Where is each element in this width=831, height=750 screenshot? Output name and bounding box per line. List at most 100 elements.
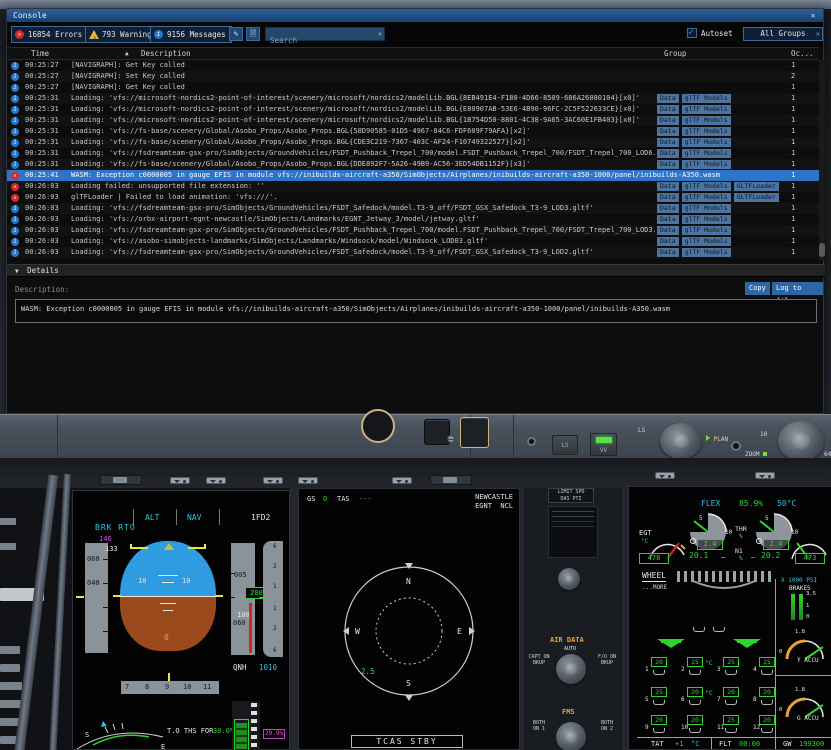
table-row[interactable]: 00:25:31 Loading: 'vfs://fs-base/scenery…	[7, 126, 819, 137]
ls-button[interactable]: LS	[552, 435, 578, 455]
log-level-icon	[11, 194, 19, 202]
air-data-knob[interactable]	[556, 654, 586, 684]
flex-label: FLEX	[701, 499, 720, 508]
group-badge: Data	[657, 248, 679, 257]
table-row[interactable]: 00:25:27 [NAVIGRAPH]: Get Key called 1	[7, 60, 819, 71]
console-title: Console	[13, 11, 47, 20]
search-clear-icon[interactable]: ✕	[378, 30, 382, 38]
toggle-switch[interactable]	[298, 477, 318, 484]
wheel-temp-value: 20	[651, 715, 667, 725]
toggle-switch[interactable]	[263, 477, 283, 484]
toggle-switch[interactable]	[206, 477, 226, 484]
groups-dropdown[interactable]: All Groups ✕	[743, 27, 823, 41]
table-row[interactable]: 00:26:03 glTFLoader | Failed to load ani…	[7, 192, 819, 203]
ls-button-label: LS	[561, 442, 568, 449]
wheel-temp-value: 25	[651, 687, 667, 697]
log-to-file-button[interactable]: Log to file	[772, 282, 823, 295]
groups-clear-icon[interactable]: ✕	[816, 28, 820, 40]
log-description: Loading: 'vfs://fs-base/scenery/Global/A…	[71, 159, 655, 170]
small-knob[interactable]	[558, 568, 580, 590]
column-group[interactable]: Group	[664, 48, 687, 60]
messages-filter-button[interactable]: 9156 Messages	[150, 26, 232, 43]
table-row[interactable]: 00:25:31 Loading: 'vfs://fs-base/scenery…	[7, 159, 819, 170]
gold-ring-knob[interactable]	[361, 409, 395, 443]
compass-n: N	[406, 577, 411, 586]
info-circle-icon	[154, 30, 163, 39]
log-scrollbar[interactable]	[819, 60, 825, 260]
collapse-triangle-icon[interactable]: ▼	[15, 268, 19, 275]
vv-button[interactable]: VV	[590, 433, 617, 456]
toggle-switch[interactable]	[655, 472, 675, 479]
warning-triangle-icon	[89, 30, 99, 39]
thr1-tick-5: 5	[699, 515, 703, 522]
log-occurrences: 1	[791, 60, 815, 71]
efis-range-knob[interactable]	[778, 421, 824, 461]
efis-mode-knob[interactable]	[660, 423, 702, 459]
autoset-label: Autoset	[701, 29, 733, 38]
copy-button[interactable]: Copy	[745, 282, 770, 295]
lever-slider[interactable]	[430, 475, 472, 485]
egt1-value: 478	[639, 553, 669, 564]
square-button[interactable]	[424, 419, 450, 445]
group-badge: Data	[657, 182, 679, 191]
lever-slider[interactable]	[100, 475, 142, 485]
brake-scale-1: 1	[806, 603, 809, 609]
toggle-switch[interactable]	[755, 472, 775, 479]
sd-more: ...MORE	[642, 584, 667, 591]
search-input[interactable]	[266, 35, 384, 47]
log-time: 00:25:41	[25, 170, 69, 181]
gear-silhouette	[691, 579, 757, 593]
table-row[interactable]: 00:26:03 Loading: 'vfs://fsdreamteam-gsx…	[7, 203, 819, 214]
console-titlebar[interactable]: Console ✕	[7, 9, 823, 22]
clear-log-button[interactable]: ✎	[229, 27, 243, 41]
square-button[interactable]	[460, 417, 489, 448]
column-time[interactable]: Time	[31, 48, 49, 60]
fms-knob[interactable]	[556, 722, 586, 750]
details-text[interactable]: WASM: Exception c0000005 in gauge EFIS i…	[15, 299, 817, 323]
group-badge: Data	[657, 94, 679, 103]
sort-ascending-icon[interactable]: ▲	[125, 48, 129, 60]
close-icon[interactable]: ✕	[807, 9, 819, 22]
table-row[interactable]: 00:26:03 Loading: 'vfs://orbx-airport-eg…	[7, 214, 819, 225]
group-badge: GLTFLoader	[734, 182, 779, 191]
log-groups: DataglTF Models	[657, 159, 789, 170]
table-row[interactable]: 00:26:03 Loading: 'vfs://fsdreamteam-gsx…	[7, 247, 819, 258]
wheel-bracket	[653, 728, 665, 733]
table-row[interactable]: 00:26:03 Loading: 'vfs://fsdreamteam-gsx…	[7, 225, 819, 236]
table-row[interactable]: 00:25:41 WASM: Exception c0000005 in gau…	[7, 170, 819, 181]
table-row[interactable]: 00:26:03 Loading: 'vfs://asobo-simobject…	[7, 236, 819, 247]
thr2-tick-5: 5	[765, 515, 769, 522]
table-row[interactable]: 00:25:31 Loading: 'vfs://microsoft-nordi…	[7, 93, 819, 104]
log-level-icon	[11, 216, 19, 224]
log-file-button[interactable]: 🗎	[246, 27, 260, 41]
both-on-1-label: BOTH ON 1	[526, 720, 552, 732]
table-row[interactable]: 00:25:31 Loading: 'vfs://fsdreamteam-gsx…	[7, 148, 819, 159]
gw-label: GW	[783, 740, 791, 748]
toggle-switch[interactable]	[170, 477, 190, 484]
errors-filter-button[interactable]: 16854 Errors	[11, 26, 88, 43]
scrollbar-thumb[interactable]	[819, 243, 825, 257]
table-row[interactable]: 00:25:27 [NAVIGRAPH]: Get Key called 1	[7, 82, 819, 93]
table-row[interactable]: 00:25:31 Loading: 'vfs://microsoft-nordi…	[7, 104, 819, 115]
table-row[interactable]: 00:25:31 Loading: 'vfs://fs-base/scenery…	[7, 137, 819, 148]
side-panel-tab	[0, 518, 16, 525]
log-description: Loading: 'vfs://microsoft-nordics2-point…	[71, 115, 655, 126]
compass-w: W	[355, 627, 360, 636]
side-panel-tab	[0, 682, 22, 690]
log-time: 00:26:03	[25, 203, 69, 214]
log-occurrences: 1	[791, 236, 815, 247]
details-header[interactable]: ▼ Details	[7, 264, 825, 277]
toggle-switch[interactable]	[392, 477, 412, 484]
plan-label: PLAN	[706, 435, 728, 443]
log-time: 00:25:27	[25, 60, 69, 71]
group-badge: glTF Models	[682, 94, 731, 103]
column-occurrences[interactable]: Oc...	[791, 48, 814, 60]
table-row[interactable]: 00:25:27 [NAVIGRAPH]: Set Key called 2	[7, 71, 819, 82]
table-row[interactable]: 00:25:31 Loading: 'vfs://microsoft-nordi…	[7, 115, 819, 126]
column-description[interactable]: Description	[141, 48, 191, 60]
table-row[interactable]: 00:26:03 Loading failed: unsupported fil…	[7, 181, 819, 192]
warnings-count-label: 793 Warnings	[102, 30, 156, 39]
log-occurrences: 1	[791, 82, 815, 93]
autoset-checkbox[interactable]: Autoset	[687, 27, 733, 41]
fma-separator	[176, 509, 177, 525]
